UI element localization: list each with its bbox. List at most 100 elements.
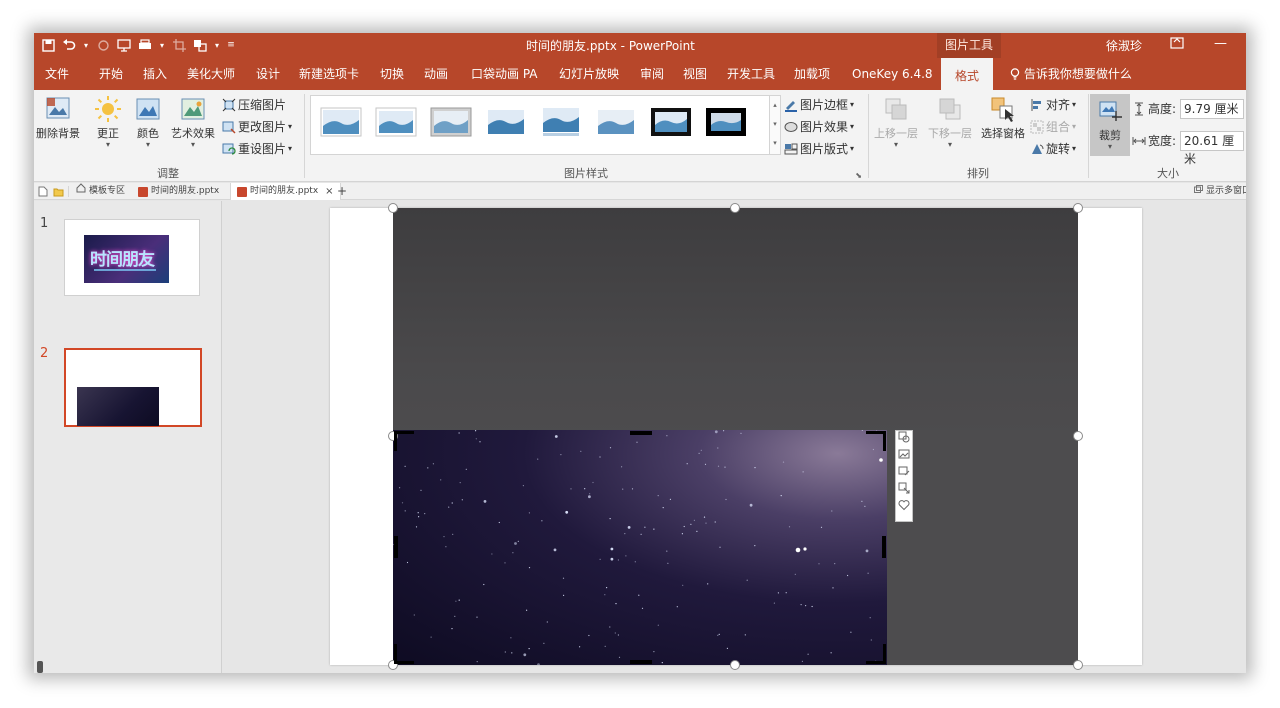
crop-resize-icon[interactable]	[896, 482, 912, 499]
picture-styles-launcher-icon[interactable]: ⬊	[855, 171, 862, 180]
crop-button[interactable]: 裁剪 ▾	[1090, 94, 1130, 156]
print-dropdown-icon[interactable]: ▾	[158, 36, 166, 54]
tab-animations[interactable]: 动画	[424, 58, 448, 90]
style-thumb[interactable]	[374, 105, 418, 139]
picture-border-button[interactable]: 图片边框 ▾	[784, 95, 854, 115]
ribbon-display-options-icon[interactable]	[1170, 37, 1184, 52]
doc-tab-active[interactable]: 时间的朋友.pptx ×	[230, 183, 341, 200]
rotate-icon	[1032, 144, 1044, 154]
favorite-icon[interactable]	[896, 499, 912, 516]
slide-thumbnail-2[interactable]	[64, 348, 202, 427]
align-button[interactable]: 对齐 ▾	[1030, 95, 1076, 115]
color-button[interactable]: 颜色 ▾	[130, 95, 166, 149]
tab-transitions[interactable]: 切换	[380, 58, 404, 90]
tab-new-tab[interactable]: 新建选项卡	[299, 58, 359, 90]
gallery-scroll-up-icon[interactable]: ▴	[770, 96, 780, 115]
doc-tab-template-zone[interactable]: 模板专区	[76, 183, 125, 200]
tab-onekey[interactable]: OneKey 6.4.8	[852, 58, 933, 90]
tab-view[interactable]: 视图	[683, 58, 707, 90]
redo-icon[interactable]	[95, 36, 111, 54]
tab-review[interactable]: 审阅	[640, 58, 664, 90]
stars-layer	[393, 430, 883, 665]
arrange-icon[interactable]	[192, 36, 208, 54]
selection-pane-button[interactable]: 选择窗格	[976, 95, 1030, 141]
slide-thumbnail-1[interactable]: 时间朋友	[64, 219, 200, 296]
tab-file[interactable]: 文件	[45, 58, 69, 90]
pane-scrollbar[interactable]	[37, 661, 43, 673]
tab-beautify-master[interactable]: 美化大师	[187, 58, 235, 90]
gallery-scroll[interactable]: ▴ ▾ ▾	[769, 95, 781, 155]
compress-pictures-button[interactable]: 压缩图片	[222, 95, 286, 115]
folder-icon[interactable]	[53, 183, 64, 200]
crop-handle-ne[interactable]	[866, 431, 886, 451]
new-doc-icon[interactable]	[38, 183, 48, 200]
width-input[interactable]: 20.61 厘米	[1180, 131, 1244, 166]
minimize-icon[interactable]: —	[1214, 36, 1227, 51]
floating-picture-toolbar	[895, 430, 913, 522]
tab-format[interactable]: 格式	[941, 58, 994, 90]
layout-options-icon[interactable]	[896, 431, 912, 448]
artistic-effects-button[interactable]: 艺术效果 ▾	[168, 95, 218, 149]
tab-addins[interactable]: 加载项	[794, 58, 830, 90]
gallery-scroll-down-icon[interactable]: ▾	[770, 115, 780, 134]
tell-me-search[interactable]: 告诉我你想要做什么	[1010, 58, 1132, 90]
undo-dropdown-icon[interactable]: ▾	[82, 36, 90, 54]
add-tab-icon[interactable]: +	[337, 183, 347, 200]
picture-edit-icon[interactable]	[896, 465, 912, 482]
crop-handle-nw[interactable]	[394, 431, 414, 451]
picture-replace-icon[interactable]	[896, 448, 912, 465]
tab-slideshow[interactable]: 幻灯片放映	[559, 58, 619, 90]
crop-handle-n[interactable]	[630, 431, 652, 435]
reset-picture-button[interactable]: 重设图片 ▾	[222, 139, 292, 159]
tab-design[interactable]: 设计	[256, 58, 280, 90]
height-input[interactable]: 9.79 厘米	[1180, 99, 1244, 119]
arrange-dropdown-icon[interactable]: ▾	[213, 36, 221, 54]
group-objects-button[interactable]: 组合 ▾	[1030, 117, 1076, 137]
artistic-effects-icon	[181, 98, 205, 120]
style-thumb[interactable]	[704, 105, 748, 139]
resize-handle-nw[interactable]	[388, 203, 398, 213]
style-thumb[interactable]	[484, 105, 528, 139]
doc-tab[interactable]: 时间的朋友.pptx	[138, 183, 219, 200]
resize-handle-n[interactable]	[730, 203, 740, 213]
tab-developer[interactable]: 开发工具	[727, 58, 775, 90]
style-thumb[interactable]	[539, 105, 583, 139]
style-thumb[interactable]	[319, 105, 363, 139]
rotate-button[interactable]: 旋转 ▾	[1030, 139, 1076, 159]
show-multi-window-button[interactable]: 显示多窗口	[1194, 183, 1246, 200]
save-icon[interactable]	[40, 36, 56, 54]
crop-handle-s[interactable]	[630, 660, 652, 664]
group-picture-styles-label: 图片样式	[564, 167, 608, 180]
tab-insert[interactable]: 插入	[143, 58, 167, 90]
close-tab-icon[interactable]: ×	[325, 183, 333, 200]
bring-forward-button[interactable]: 上移一层 ▾	[870, 95, 922, 149]
gallery-expand-icon[interactable]: ▾	[770, 134, 780, 153]
resize-handle-ne[interactable]	[1073, 203, 1083, 213]
undo-icon[interactable]	[61, 36, 77, 54]
present-icon[interactable]	[116, 36, 132, 54]
change-picture-button[interactable]: 更改图片 ▾	[222, 117, 292, 137]
resize-handle-se[interactable]	[1073, 660, 1083, 670]
style-thumb[interactable]	[649, 105, 693, 139]
user-name[interactable]: 徐淑珍	[1106, 37, 1142, 54]
tab-pocket-animation[interactable]: 口袋动画 PA	[471, 58, 538, 90]
resize-handle-e[interactable]	[1073, 431, 1083, 441]
send-backward-button[interactable]: 下移一层 ▾	[924, 95, 976, 149]
crop-handle-sw[interactable]	[394, 644, 414, 664]
group-size-label: 大小	[1157, 167, 1179, 180]
picture-effects-button[interactable]: 图片效果 ▾	[784, 117, 854, 137]
remove-background-button[interactable]: 删除背景	[34, 95, 82, 141]
crop-handle-se[interactable]	[866, 644, 886, 664]
tab-home[interactable]: 开始	[99, 58, 123, 90]
resize-handle-s[interactable]	[730, 660, 740, 670]
picture-layout-button[interactable]: 图片版式 ▾	[784, 139, 854, 159]
style-thumb[interactable]	[594, 105, 638, 139]
crop-handle-e[interactable]	[882, 536, 886, 558]
crop-icon[interactable]	[171, 36, 187, 54]
style-thumb[interactable]	[429, 105, 473, 139]
corrections-button[interactable]: 更正 ▾	[90, 95, 126, 149]
print-icon[interactable]	[137, 36, 153, 54]
customize-icon[interactable]: ≡	[226, 36, 236, 54]
starry-sky-image[interactable]	[393, 430, 887, 665]
crop-handle-w[interactable]	[394, 536, 398, 558]
